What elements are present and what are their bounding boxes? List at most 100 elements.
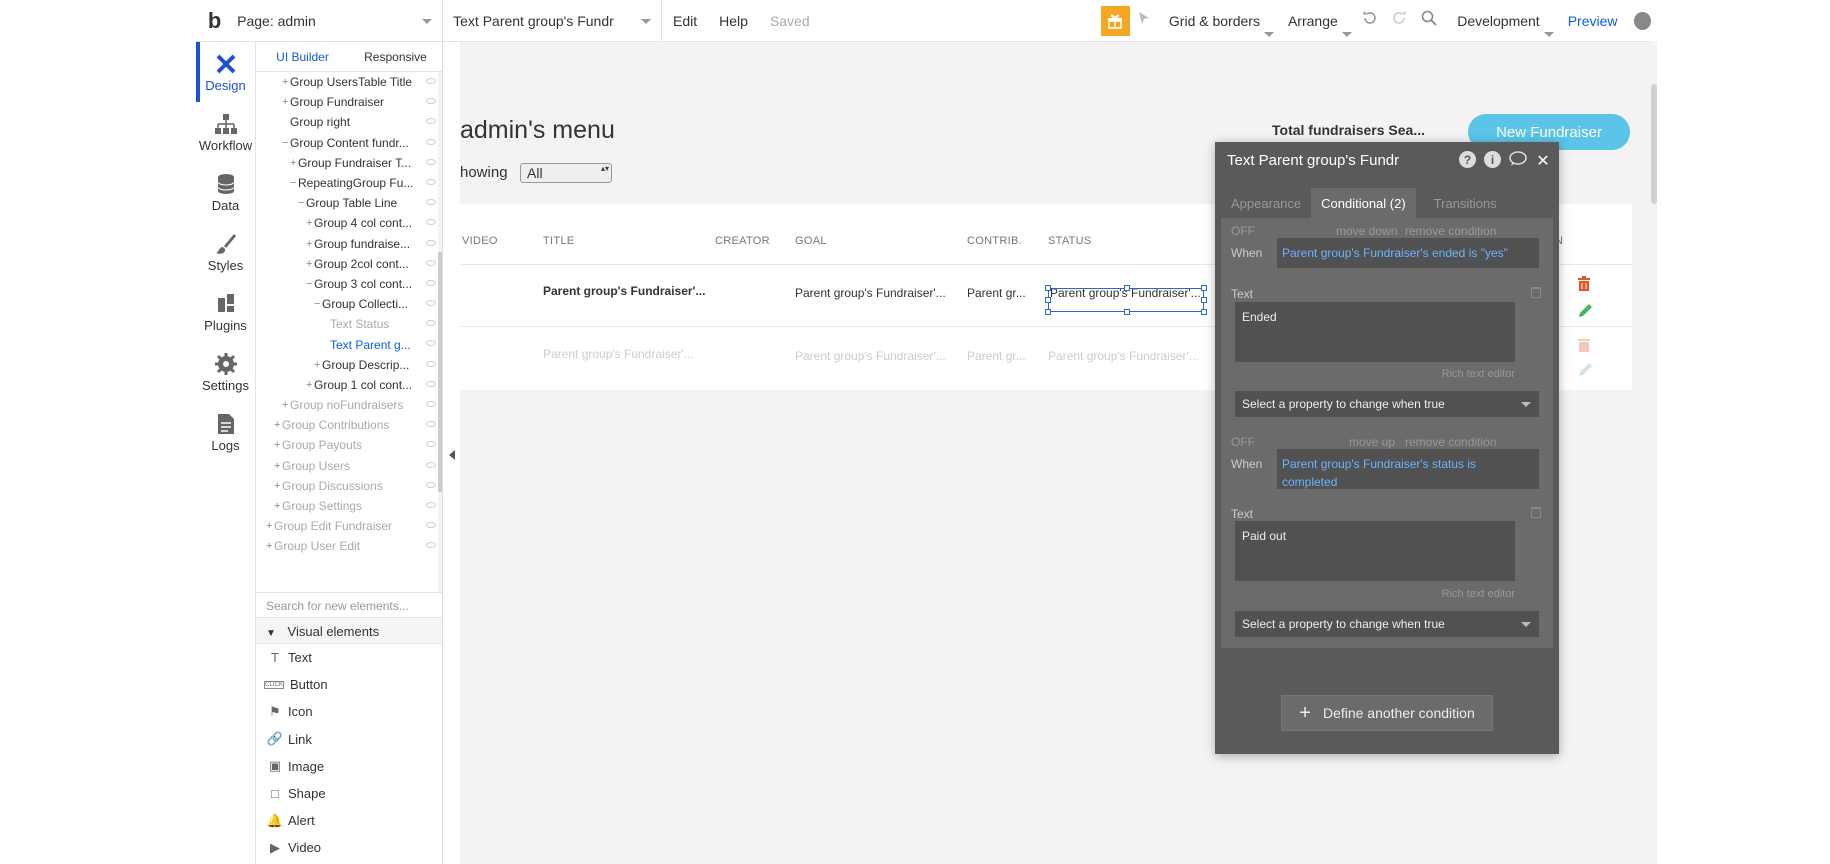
expand-icon[interactable]: + bbox=[306, 258, 314, 270]
tree-item[interactable]: − Group Collecti... bbox=[256, 294, 442, 314]
collapse-icon[interactable]: − bbox=[314, 298, 322, 310]
total-fundraisers-text[interactable]: Total fundraisers Sea... bbox=[1272, 122, 1425, 138]
tree-item[interactable]: Text Parent g... bbox=[256, 334, 442, 354]
environment-menu[interactable]: Development bbox=[1443, 13, 1558, 37]
info-icon[interactable]: i bbox=[1484, 151, 1501, 168]
element-selector[interactable]: Text Parent group's Fundr bbox=[443, 0, 663, 42]
resize-handle[interactable] bbox=[1124, 285, 1130, 291]
eye-icon[interactable] bbox=[426, 522, 436, 529]
eye-icon[interactable] bbox=[426, 542, 436, 549]
eye-icon[interactable] bbox=[426, 239, 436, 246]
eye-icon[interactable] bbox=[426, 441, 436, 448]
move-up-link[interactable]: move up bbox=[1349, 435, 1395, 449]
tree-item[interactable]: Group right bbox=[256, 112, 442, 132]
table-cell-status[interactable]: Parent group's Fundraiser'... bbox=[1048, 349, 1199, 363]
help-menu[interactable]: Help bbox=[708, 13, 759, 29]
resize-handle[interactable] bbox=[1124, 309, 1130, 315]
visual-element-button[interactable]: CLICK Button bbox=[256, 671, 442, 698]
collapse-icon[interactable]: − bbox=[298, 197, 306, 209]
redo-icon[interactable] bbox=[1385, 10, 1414, 31]
expand-icon[interactable]: + bbox=[274, 419, 282, 431]
user-avatar-icon[interactable] bbox=[1633, 11, 1651, 30]
condition-off-toggle[interactable]: OFF bbox=[1231, 435, 1255, 449]
eye-icon[interactable] bbox=[426, 340, 436, 347]
grid-borders-menu[interactable]: Grid & borders bbox=[1159, 13, 1278, 37]
tree-item[interactable]: + Group Contributions bbox=[256, 415, 442, 435]
table-cell-contrib[interactable]: Parent gr... bbox=[967, 286, 1026, 300]
tree-item[interactable]: + Group 2col cont... bbox=[256, 254, 442, 274]
eye-icon[interactable] bbox=[426, 300, 436, 307]
pointer-icon[interactable] bbox=[1130, 11, 1159, 30]
remove-condition-link[interactable]: remove condition bbox=[1405, 224, 1496, 238]
table-cell-title[interactable]: Parent group's Fundraiser'... bbox=[543, 347, 694, 361]
visual-element-shape[interactable]: □ Shape bbox=[256, 780, 442, 807]
tab-ui-builder[interactable]: UI Builder bbox=[256, 42, 349, 71]
eye-icon[interactable] bbox=[426, 380, 436, 387]
trash-icon[interactable] bbox=[1577, 276, 1591, 295]
rich-text-editor-link[interactable]: Rich text editor bbox=[1442, 588, 1515, 600]
tree-item[interactable]: − RepeatingGroup Fu... bbox=[256, 173, 442, 193]
tab-appearance[interactable]: Appearance bbox=[1221, 188, 1311, 218]
condition-off-toggle[interactable]: OFF bbox=[1231, 224, 1255, 238]
property-select-dropdown[interactable]: Select a property to change when true bbox=[1235, 611, 1539, 637]
collapse-icon[interactable]: − bbox=[282, 137, 290, 149]
table-cell-contrib[interactable]: Parent gr... bbox=[967, 349, 1026, 363]
visual-element-image[interactable]: ▣ Image bbox=[256, 753, 442, 780]
visual-elements-header[interactable]: ▼ Visual elements bbox=[256, 618, 442, 644]
eye-icon[interactable] bbox=[426, 279, 436, 286]
tree-item[interactable]: Text Status bbox=[256, 314, 442, 334]
resize-handle[interactable] bbox=[1045, 309, 1051, 315]
trash-icon[interactable] bbox=[1577, 337, 1591, 356]
eye-icon[interactable] bbox=[426, 421, 436, 428]
define-another-condition-button[interactable]: + Define another condition bbox=[1281, 695, 1493, 731]
nav-design[interactable]: Design bbox=[196, 42, 255, 102]
pencil-icon[interactable] bbox=[1577, 303, 1593, 323]
expand-icon[interactable]: + bbox=[282, 399, 290, 411]
tab-responsive[interactable]: Responsive bbox=[349, 42, 442, 71]
visual-element-text[interactable]: T Text bbox=[256, 644, 442, 671]
eye-icon[interactable] bbox=[426, 501, 436, 508]
resize-handle[interactable] bbox=[1201, 297, 1207, 303]
tree-item[interactable]: + Group Users bbox=[256, 456, 442, 476]
resize-handle[interactable] bbox=[1045, 297, 1051, 303]
trash-icon[interactable] bbox=[1531, 287, 1541, 298]
eye-icon[interactable] bbox=[426, 259, 436, 266]
tree-item[interactable]: + Group Fundraiser bbox=[256, 92, 442, 112]
resize-handle[interactable] bbox=[1201, 309, 1207, 315]
expand-icon[interactable]: + bbox=[282, 96, 290, 108]
expand-icon[interactable]: + bbox=[266, 520, 274, 532]
tree-item[interactable]: + Group Discussions bbox=[256, 476, 442, 496]
eye-icon[interactable] bbox=[426, 401, 436, 407]
expand-icon[interactable]: + bbox=[314, 359, 322, 371]
resize-handle[interactable] bbox=[1045, 285, 1051, 291]
remove-condition-link[interactable]: remove condition bbox=[1405, 435, 1496, 449]
nav-data[interactable]: Data bbox=[196, 162, 255, 222]
comment-icon[interactable] bbox=[1509, 151, 1527, 171]
move-down-link[interactable]: move down bbox=[1336, 224, 1397, 238]
visual-element-video[interactable]: ▶ Video bbox=[256, 834, 442, 861]
nav-workflow[interactable]: Workflow bbox=[196, 102, 255, 162]
property-select-dropdown[interactable]: Select a property to change when true bbox=[1235, 391, 1539, 417]
expand-icon[interactable]: + bbox=[282, 76, 290, 88]
search-new-elements-input[interactable]: Search for new elements... bbox=[256, 592, 442, 618]
expand-icon[interactable]: + bbox=[274, 500, 282, 512]
tree-item[interactable]: + Group noFundraisers bbox=[256, 395, 442, 415]
tab-transitions[interactable]: Transitions bbox=[1424, 188, 1507, 218]
visual-element-link[interactable]: 🔗 Link bbox=[256, 726, 442, 753]
tree-item[interactable]: + Group User Edit bbox=[256, 536, 442, 556]
expand-icon[interactable]: + bbox=[274, 439, 282, 451]
tree-item[interactable]: + Group Descrip... bbox=[256, 355, 442, 375]
resize-handle[interactable] bbox=[1201, 285, 1207, 291]
bubble-logo[interactable]: b bbox=[200, 8, 229, 34]
eye-icon[interactable] bbox=[426, 461, 436, 468]
tree-item[interactable]: + Group Edit Fundraiser bbox=[256, 516, 442, 536]
tree-item[interactable]: + Group 1 col cont... bbox=[256, 375, 442, 395]
nav-settings[interactable]: Settings bbox=[196, 342, 255, 402]
eye-icon[interactable] bbox=[426, 118, 436, 125]
arrange-menu[interactable]: Arrange bbox=[1278, 13, 1356, 37]
pencil-icon[interactable] bbox=[1577, 362, 1593, 382]
condition-expression[interactable]: Parent group's Fundraiser's ended is "ye… bbox=[1277, 238, 1539, 268]
table-cell-goal[interactable]: Parent group's Fundraiser'... bbox=[795, 286, 946, 300]
collapse-panel-icon[interactable] bbox=[449, 450, 455, 460]
gift-icon[interactable] bbox=[1100, 5, 1130, 36]
